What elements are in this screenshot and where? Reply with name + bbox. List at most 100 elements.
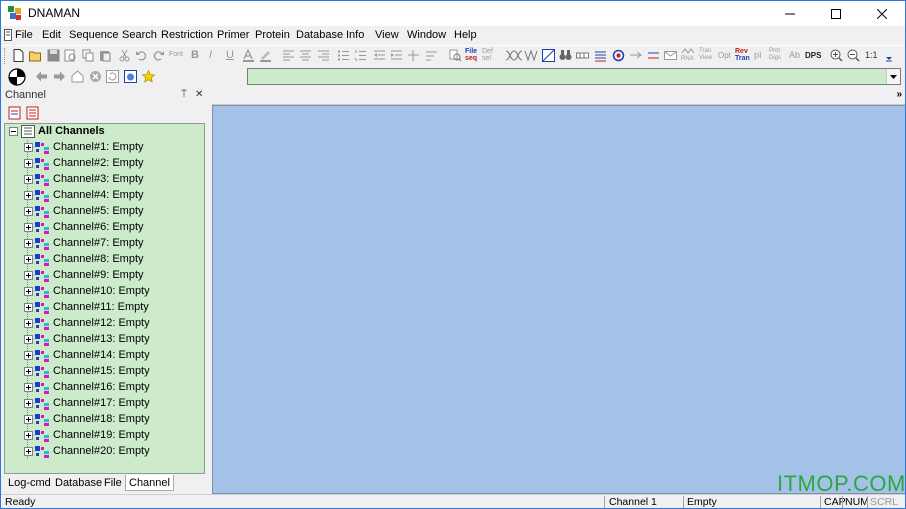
- expand-toggle[interactable]: [24, 447, 33, 456]
- back-arrow-icon[interactable]: [35, 70, 48, 83]
- menu-search[interactable]: Search: [122, 29, 157, 41]
- expand-toggle[interactable]: [24, 271, 33, 280]
- tree-channel-item[interactable]: Channel#8: Empty: [5, 252, 204, 268]
- expand-toggle[interactable]: [24, 143, 33, 152]
- cut-icon[interactable]: [118, 49, 131, 62]
- sequence-input-combo[interactable]: [247, 68, 901, 85]
- tree-channel-item[interactable]: Channel#2: Empty: [5, 156, 204, 172]
- alignment-icon[interactable]: [594, 49, 607, 62]
- primer-design-icon[interactable]: [647, 49, 660, 62]
- tree-channel-item[interactable]: Channel#3: Empty: [5, 172, 204, 188]
- expand-toggle[interactable]: [24, 159, 33, 168]
- close-panel-button[interactable]: ✕: [195, 89, 203, 100]
- expand-toggle[interactable]: [24, 319, 33, 328]
- menu-primer[interactable]: Primer: [217, 29, 249, 41]
- menu-database[interactable]: Database: [296, 29, 343, 41]
- tab-channel[interactable]: Channel: [125, 475, 174, 491]
- expand-toggle[interactable]: [24, 191, 33, 200]
- rev-tran-button[interactable]: Rev Tran: [735, 48, 750, 62]
- italic-button[interactable]: I: [209, 49, 222, 62]
- pin-panel-button[interactable]: ⍑: [181, 89, 187, 100]
- expand-toggle[interactable]: [24, 367, 33, 376]
- plasmid-icon[interactable]: [612, 49, 625, 62]
- home-icon[interactable]: [71, 70, 84, 83]
- bold-button[interactable]: B: [191, 49, 204, 62]
- expand-toggle[interactable]: [24, 415, 33, 424]
- tree-channel-item[interactable]: Channel#11: Empty: [5, 300, 204, 316]
- maximize-button[interactable]: [813, 1, 859, 26]
- menu-window[interactable]: Window: [407, 29, 446, 41]
- tree-channel-item[interactable]: Channel#19: Empty: [5, 428, 204, 444]
- new-file-icon[interactable]: [12, 49, 25, 62]
- sequence-search-icon[interactable]: [449, 49, 462, 62]
- tree-channel-item[interactable]: Channel#17: Empty: [5, 396, 204, 412]
- tree-channel-item[interactable]: Channel#15: Empty: [5, 364, 204, 380]
- expand-toggle[interactable]: [24, 239, 33, 248]
- menu-restriction[interactable]: Restriction: [161, 29, 213, 41]
- tree-channel-item[interactable]: Channel#12: Empty: [5, 316, 204, 332]
- primer-icon[interactable]: [629, 49, 642, 62]
- tree-channel-item[interactable]: Channel#6: Empty: [5, 220, 204, 236]
- tree-channel-item[interactable]: Channel#10: Empty: [5, 284, 204, 300]
- expand-toggle[interactable]: [24, 335, 33, 344]
- toolbar-overflow-icon[interactable]: [885, 49, 893, 62]
- sequence-bar-icon[interactable]: [576, 49, 589, 62]
- tree-channel-item[interactable]: Channel#18: Empty: [5, 412, 204, 428]
- expand-toggle[interactable]: [24, 175, 33, 184]
- tree-channel-item[interactable]: Channel#16: Empty: [5, 380, 204, 396]
- indent-increase-icon[interactable]: [390, 49, 403, 62]
- def-sel-button[interactable]: Def sel: [482, 48, 496, 62]
- expand-toggle[interactable]: [24, 287, 33, 296]
- combo-dropdown-button[interactable]: [886, 69, 900, 84]
- tab-file[interactable]: File: [101, 475, 125, 491]
- envelope-icon[interactable]: [664, 49, 677, 62]
- indent-decrease-icon[interactable]: [373, 49, 386, 62]
- align-left-icon[interactable]: [282, 49, 295, 62]
- undo-icon[interactable]: [135, 49, 148, 62]
- mdi-workspace[interactable]: [212, 105, 905, 494]
- highlight-icon[interactable]: [259, 49, 272, 62]
- binoculars-icon[interactable]: [559, 49, 572, 62]
- align-center-icon[interactable]: [299, 49, 312, 62]
- tree-channel-item[interactable]: Channel#14: Empty: [5, 348, 204, 364]
- menu-help[interactable]: Help: [454, 29, 477, 41]
- menu-info[interactable]: Info: [346, 29, 364, 41]
- zoom-in-icon[interactable]: [830, 49, 843, 62]
- collapse-toggle[interactable]: [9, 127, 18, 136]
- save-icon[interactable]: [47, 49, 60, 62]
- wrap-icon[interactable]: [425, 49, 438, 62]
- copy-doc-icon[interactable]: [82, 49, 95, 62]
- open-folder-icon[interactable]: [29, 49, 42, 62]
- expand-toggle[interactable]: [24, 431, 33, 440]
- menu-file[interactable]: File: [15, 29, 33, 41]
- map-icon[interactable]: [542, 49, 555, 62]
- zoom-out-icon[interactable]: [847, 49, 860, 62]
- minimize-button[interactable]: [767, 1, 813, 26]
- web-page-icon[interactable]: [124, 70, 137, 83]
- opt-button[interactable]: Opt: [718, 51, 732, 64]
- paste-icon[interactable]: [99, 49, 112, 62]
- tree-root-all-channels[interactable]: All Channels: [5, 124, 204, 140]
- channel-tree[interactable]: All Channels Channel#1: Empty Channel#2: …: [4, 123, 205, 474]
- channel-save-icon[interactable]: [8, 106, 21, 120]
- expand-toggle[interactable]: [24, 383, 33, 392]
- menu-sequence[interactable]: Sequence: [69, 29, 119, 41]
- expand-toggle[interactable]: [24, 399, 33, 408]
- refresh-page-icon[interactable]: [106, 70, 119, 83]
- menu-edit[interactable]: Edit: [42, 29, 61, 41]
- favorite-star-icon[interactable]: [142, 70, 155, 83]
- menu-view[interactable]: View: [375, 29, 399, 41]
- expand-toggle[interactable]: [24, 303, 33, 312]
- dps-button[interactable]: DPS: [805, 51, 823, 64]
- font-button[interactable]: Font: [169, 51, 186, 64]
- pi-button[interactable]: pI: [754, 50, 766, 63]
- align-right-icon[interactable]: [317, 49, 330, 62]
- document-menu-icon[interactable]: [4, 29, 12, 41]
- tree-channel-item[interactable]: Channel#13: Empty: [5, 332, 204, 348]
- dna-helix-icon[interactable]: [505, 49, 522, 62]
- tab-database[interactable]: Database: [52, 475, 105, 491]
- print-preview-icon[interactable]: [64, 49, 77, 62]
- font-color-icon[interactable]: [242, 49, 255, 62]
- tab-overflow-chevron[interactable]: »: [896, 89, 902, 100]
- tree-channel-item[interactable]: Channel#9: Empty: [5, 268, 204, 284]
